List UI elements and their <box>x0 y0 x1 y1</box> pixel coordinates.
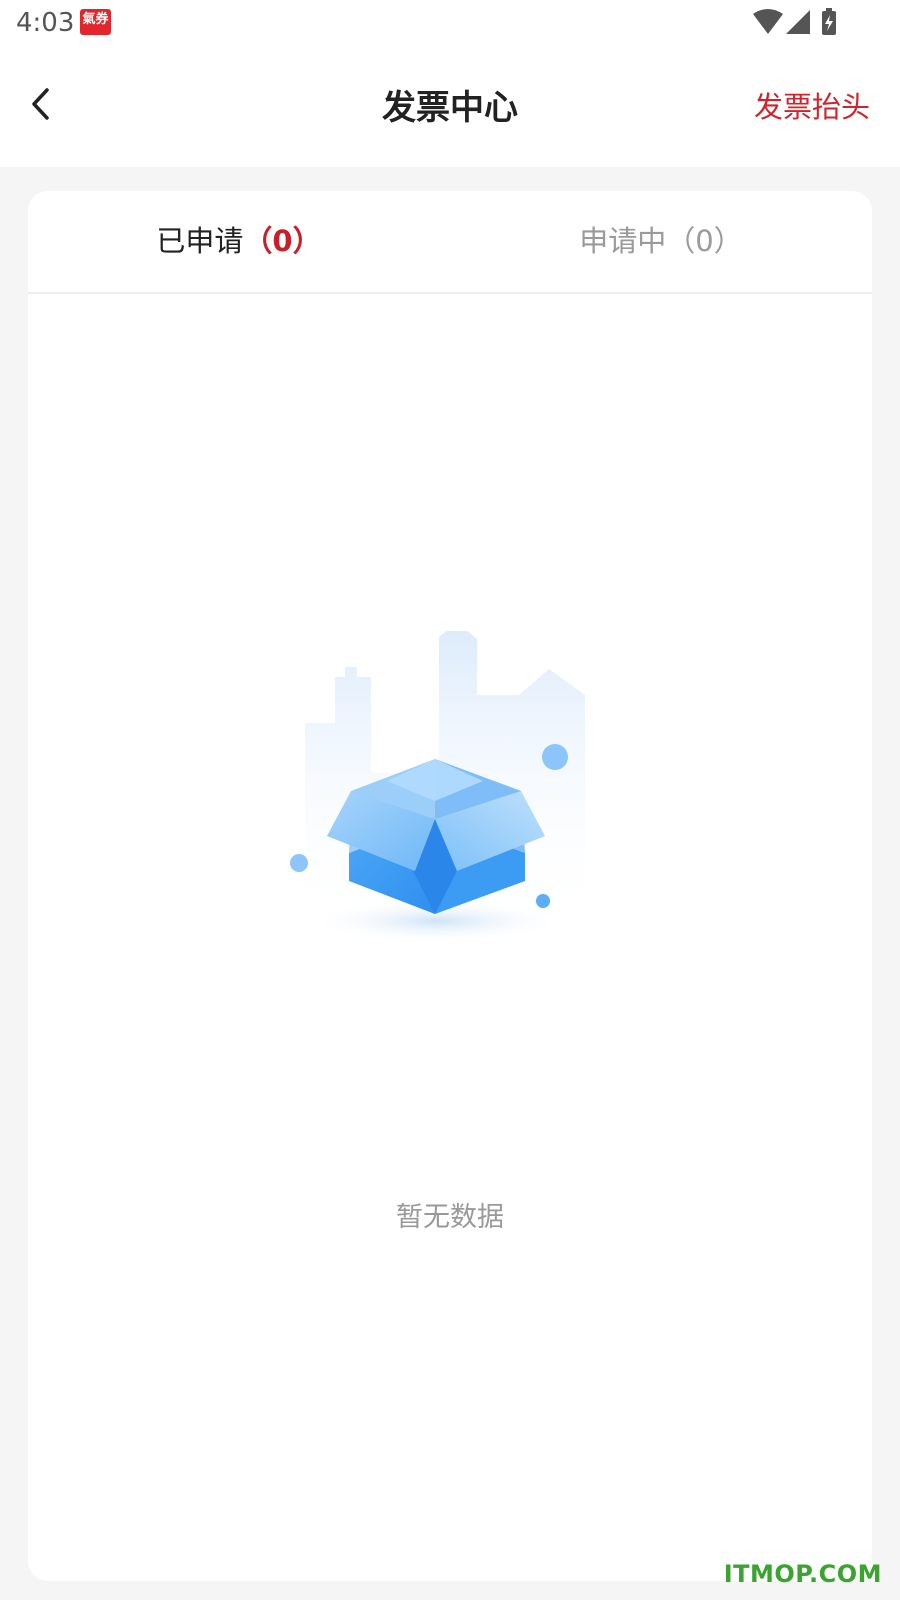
tab-applied-count: （0） <box>243 224 322 258</box>
tab-pending[interactable]: 申请中（0） <box>450 191 872 292</box>
wifi-icon <box>753 9 783 34</box>
status-bar: 4:03 氣券 <box>0 0 900 50</box>
bubble-icon <box>536 894 550 908</box>
status-icons <box>752 8 844 38</box>
empty-state-text: 暂无数据 <box>396 1202 504 1233</box>
bubble-icon <box>542 744 568 770</box>
tab-pending-label: 申请中 <box>579 224 667 258</box>
tab-pending-count: （0） <box>666 224 743 258</box>
invoice-header-link[interactable]: 发票抬头 <box>754 84 870 126</box>
bubble-icon <box>290 854 308 872</box>
tab-bar: 已申请（0） 申请中（0） <box>28 191 872 294</box>
app-notification-icon: 氣券 <box>80 9 111 35</box>
cellular-signal-icon <box>786 10 810 34</box>
watermark: ITMOP.COM <box>723 1560 882 1588</box>
chevron-left-icon <box>32 88 49 120</box>
tab-applied-label: 已申请 <box>156 224 244 258</box>
tab-applied[interactable]: 已申请（0） <box>28 191 450 292</box>
empty-state: 暂无数据 <box>28 631 872 1233</box>
battery-icon <box>822 8 836 35</box>
status-time: 4:03 <box>16 8 75 38</box>
back-button[interactable] <box>22 82 62 126</box>
header: 发票中心 发票抬头 <box>0 50 900 167</box>
empty-box-illustration <box>290 631 585 943</box>
invoice-list-card: 已申请（0） 申请中（0） 暂无数据 <box>28 191 872 1581</box>
